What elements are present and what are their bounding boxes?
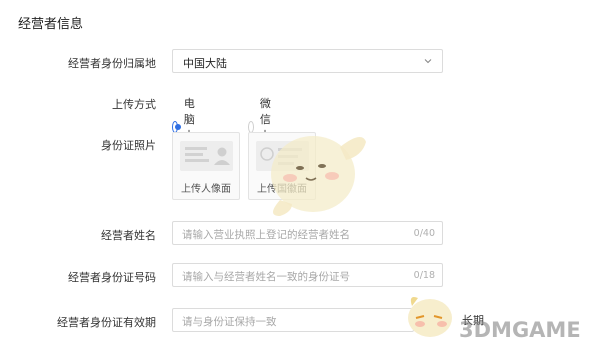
- name-label: 经营者姓名: [101, 229, 156, 242]
- id-validity-label: 经营者身份证有效期: [57, 316, 156, 329]
- mascot-watermark-image: [271, 136, 366, 216]
- id-number-char-counter: 0/18: [413, 270, 435, 281]
- upload-front-button[interactable]: 上传人像面: [172, 132, 240, 200]
- logo-mascot-icon: [408, 297, 452, 337]
- id-card-portrait-icon: [180, 141, 233, 171]
- id-number-label: 经营者身份证号码: [68, 271, 156, 284]
- id-validity-input[interactable]: 请与身份证保持一致: [172, 308, 414, 332]
- region-select[interactable]: 中国大陆: [172, 49, 443, 73]
- id-number-input[interactable]: 请输入与经营者姓名一致的身份证号 0/18: [172, 263, 443, 287]
- id-validity-input-placeholder: 请与身份证保持一致: [182, 316, 277, 328]
- name-input-placeholder: 请输入营业执照上登记的经营者姓名: [182, 229, 350, 241]
- region-select-value: 中国大陆: [183, 57, 227, 70]
- merchant-info-form: 经营者信息 经营者身份归属地 中国大陆 上传方式 电脑上传 微信上传 身份证照片…: [0, 0, 600, 348]
- chevron-down-icon: [424, 59, 432, 64]
- upload-front-caption: 上传人像面: [181, 184, 231, 195]
- upload-method-label: 上传方式: [112, 98, 156, 111]
- name-input[interactable]: 请输入营业执照上登记的经营者姓名 0/40: [172, 221, 443, 245]
- watermark-logo-text: 3DMGAME: [459, 318, 581, 342]
- id-number-input-placeholder: 请输入与经营者姓名一致的身份证号: [182, 271, 350, 283]
- region-label: 经营者身份归属地: [68, 57, 156, 70]
- id-photo-label: 身份证照片: [101, 139, 156, 152]
- name-char-counter: 0/40: [413, 228, 435, 239]
- section-title: 经营者信息: [18, 17, 84, 32]
